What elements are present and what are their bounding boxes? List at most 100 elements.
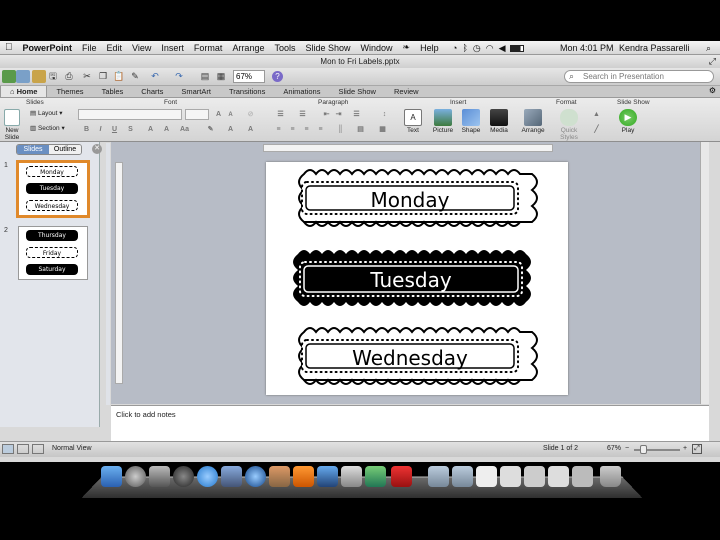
battery-icon[interactable] bbox=[510, 44, 525, 52]
shadow-icon[interactable]: S bbox=[126, 125, 135, 134]
slide-label-wednesday[interactable]: Wednesday bbox=[352, 346, 468, 370]
finder-icon[interactable] bbox=[101, 466, 122, 487]
document-stack-icon[interactable] bbox=[548, 466, 569, 487]
shrink-font-icon[interactable]: A bbox=[226, 111, 235, 120]
clear-format-icon[interactable]: ⊘ bbox=[246, 110, 255, 119]
text-direction-icon[interactable]: ↕ bbox=[380, 110, 389, 119]
columns-icon[interactable]: ║ bbox=[336, 125, 345, 134]
menubar-user[interactable]: Kendra Passarelli bbox=[619, 41, 690, 55]
script-icon[interactable]: ❧ bbox=[398, 42, 416, 53]
trash-icon[interactable] bbox=[600, 466, 621, 487]
shape-button[interactable]: Shape bbox=[460, 109, 482, 134]
apple-icon[interactable]:  bbox=[0, 42, 18, 53]
search-input[interactable]: Search in Presentation bbox=[564, 70, 714, 83]
acrobat-icon[interactable] bbox=[391, 466, 412, 487]
align-text-icon[interactable]: ▤ bbox=[356, 125, 365, 134]
slide-thumbnail-2[interactable]: Thursday Friday Saturday bbox=[18, 226, 88, 280]
wifi-icon[interactable]: ◠ bbox=[486, 43, 494, 54]
zoom-out-icon[interactable]: − bbox=[625, 445, 629, 452]
format-painter-icon[interactable]: ✎ bbox=[128, 70, 142, 83]
menubar-clock[interactable]: Mon 4:01 PM bbox=[560, 41, 614, 55]
templates-icon[interactable] bbox=[16, 70, 30, 83]
text-button[interactable]: A Text bbox=[402, 109, 424, 134]
line-spacing-icon[interactable]: ☰ bbox=[352, 110, 361, 119]
launchpad-icon[interactable] bbox=[125, 466, 146, 487]
document-stack-icon[interactable] bbox=[500, 466, 521, 487]
picture-button[interactable]: Picture bbox=[430, 109, 456, 134]
tab-smartart[interactable]: SmartArt bbox=[172, 86, 220, 97]
menu-view[interactable]: View bbox=[127, 43, 156, 53]
section-button[interactable]: ▥ Section ▾ bbox=[30, 124, 65, 132]
align-center-icon[interactable]: ≡ bbox=[288, 125, 297, 134]
tab-slides[interactable]: Slides bbox=[17, 145, 49, 154]
slide-sorter-icon[interactable]: ▤ bbox=[198, 70, 212, 83]
powerpoint-dock-icon[interactable] bbox=[293, 466, 314, 487]
play-button[interactable]: ▶ Play bbox=[617, 109, 639, 134]
notes-pane[interactable]: Click to add notes bbox=[111, 405, 709, 441]
tab-review[interactable]: Review bbox=[385, 86, 428, 97]
media-button[interactable]: Media bbox=[488, 109, 510, 134]
save-icon[interactable]: 🖫 bbox=[46, 70, 60, 83]
document-stack-icon[interactable] bbox=[524, 466, 545, 487]
menu-powerpoint[interactable]: PowerPoint bbox=[18, 43, 78, 53]
align-left-icon[interactable]: ≡ bbox=[274, 125, 283, 134]
tab-themes[interactable]: Themes bbox=[47, 86, 92, 97]
document-stack-icon[interactable] bbox=[476, 466, 497, 487]
word-dock-icon[interactable] bbox=[317, 466, 338, 487]
script-editor-icon[interactable] bbox=[341, 466, 362, 487]
line-icon[interactable]: ╱ bbox=[592, 125, 601, 134]
menu-format[interactable]: Format bbox=[189, 43, 228, 53]
slide-label-tuesday[interactable]: Tuesday bbox=[369, 268, 452, 292]
help-icon[interactable]: ? bbox=[272, 71, 283, 82]
bullets-icon[interactable]: ☰ bbox=[276, 110, 285, 119]
highlight-icon[interactable]: ✎ bbox=[206, 125, 215, 134]
menu-arrange[interactable]: Arrange bbox=[227, 43, 269, 53]
change-case-icon[interactable]: Aa bbox=[180, 125, 189, 134]
slide-thumbnail-1[interactable]: Monday Tuesday Wednesday bbox=[16, 160, 90, 218]
slideshow-view-icon[interactable] bbox=[32, 444, 44, 454]
fill-icon[interactable]: ▲ bbox=[592, 110, 601, 119]
underline-icon[interactable]: U bbox=[110, 125, 119, 134]
slide-label-monday[interactable]: Monday bbox=[371, 188, 450, 212]
menu-tools[interactable]: Tools bbox=[269, 43, 300, 53]
font-size-field[interactable] bbox=[185, 109, 209, 120]
numbering-icon[interactable]: ☰ bbox=[298, 110, 307, 119]
tab-transitions[interactable]: Transitions bbox=[220, 86, 274, 97]
slide-canvas[interactable]: Monday Tuesday Wednesday bbox=[266, 162, 568, 395]
preview-icon[interactable] bbox=[149, 466, 170, 487]
decrease-indent-icon[interactable]: ⇤ bbox=[322, 110, 331, 119]
folder-icon[interactable] bbox=[452, 466, 473, 487]
new-slide-button[interactable]: New Slide bbox=[0, 109, 24, 141]
quick-styles-button[interactable]: Quick Styles bbox=[551, 109, 587, 141]
increase-indent-icon[interactable]: ⇥ bbox=[334, 110, 343, 119]
zoom-slider-thumb[interactable] bbox=[640, 445, 647, 454]
smartart-convert-icon[interactable]: ▦ bbox=[378, 125, 387, 134]
redo-icon[interactable]: ↷ bbox=[172, 70, 186, 83]
menu-slide-show[interactable]: Slide Show bbox=[300, 43, 355, 53]
justify-icon[interactable]: ≡ bbox=[316, 125, 325, 134]
paste-icon[interactable]: 📋 bbox=[112, 70, 126, 83]
fullscreen-icon[interactable]: ⤢ bbox=[709, 55, 716, 68]
cut-icon[interactable]: ✂ bbox=[80, 70, 94, 83]
normal-view-icon[interactable] bbox=[2, 444, 14, 454]
print-icon[interactable]: ⎙ bbox=[62, 70, 76, 83]
slide-sorter-view-icon[interactable] bbox=[17, 444, 29, 454]
superscript-icon[interactable]: A bbox=[162, 125, 171, 134]
tab-charts[interactable]: Charts bbox=[132, 86, 172, 97]
close-panel-icon[interactable]: ✕ bbox=[92, 144, 102, 154]
align-right-icon[interactable]: ≡ bbox=[302, 125, 311, 134]
timemachine-icon[interactable]: ◔ bbox=[452, 43, 457, 53]
folder-icon[interactable] bbox=[428, 466, 449, 487]
excel-dock-icon[interactable] bbox=[365, 466, 386, 487]
italic-icon[interactable]: I bbox=[96, 125, 105, 134]
volume-icon[interactable]: ◀ bbox=[499, 43, 506, 54]
fit-to-window-icon[interactable]: ⤢ bbox=[692, 444, 702, 454]
undo-icon[interactable]: ↶ bbox=[148, 70, 162, 83]
open-icon[interactable] bbox=[32, 70, 46, 83]
clock-icon[interactable]: ◷ bbox=[473, 43, 481, 54]
document-stack-icon[interactable] bbox=[572, 466, 593, 487]
menu-help[interactable]: Help bbox=[415, 43, 444, 53]
spotlight-icon[interactable]: ⌕ bbox=[706, 41, 711, 55]
font-color-icon[interactable]: A bbox=[226, 125, 235, 134]
tab-animations[interactable]: Animations bbox=[274, 86, 329, 97]
